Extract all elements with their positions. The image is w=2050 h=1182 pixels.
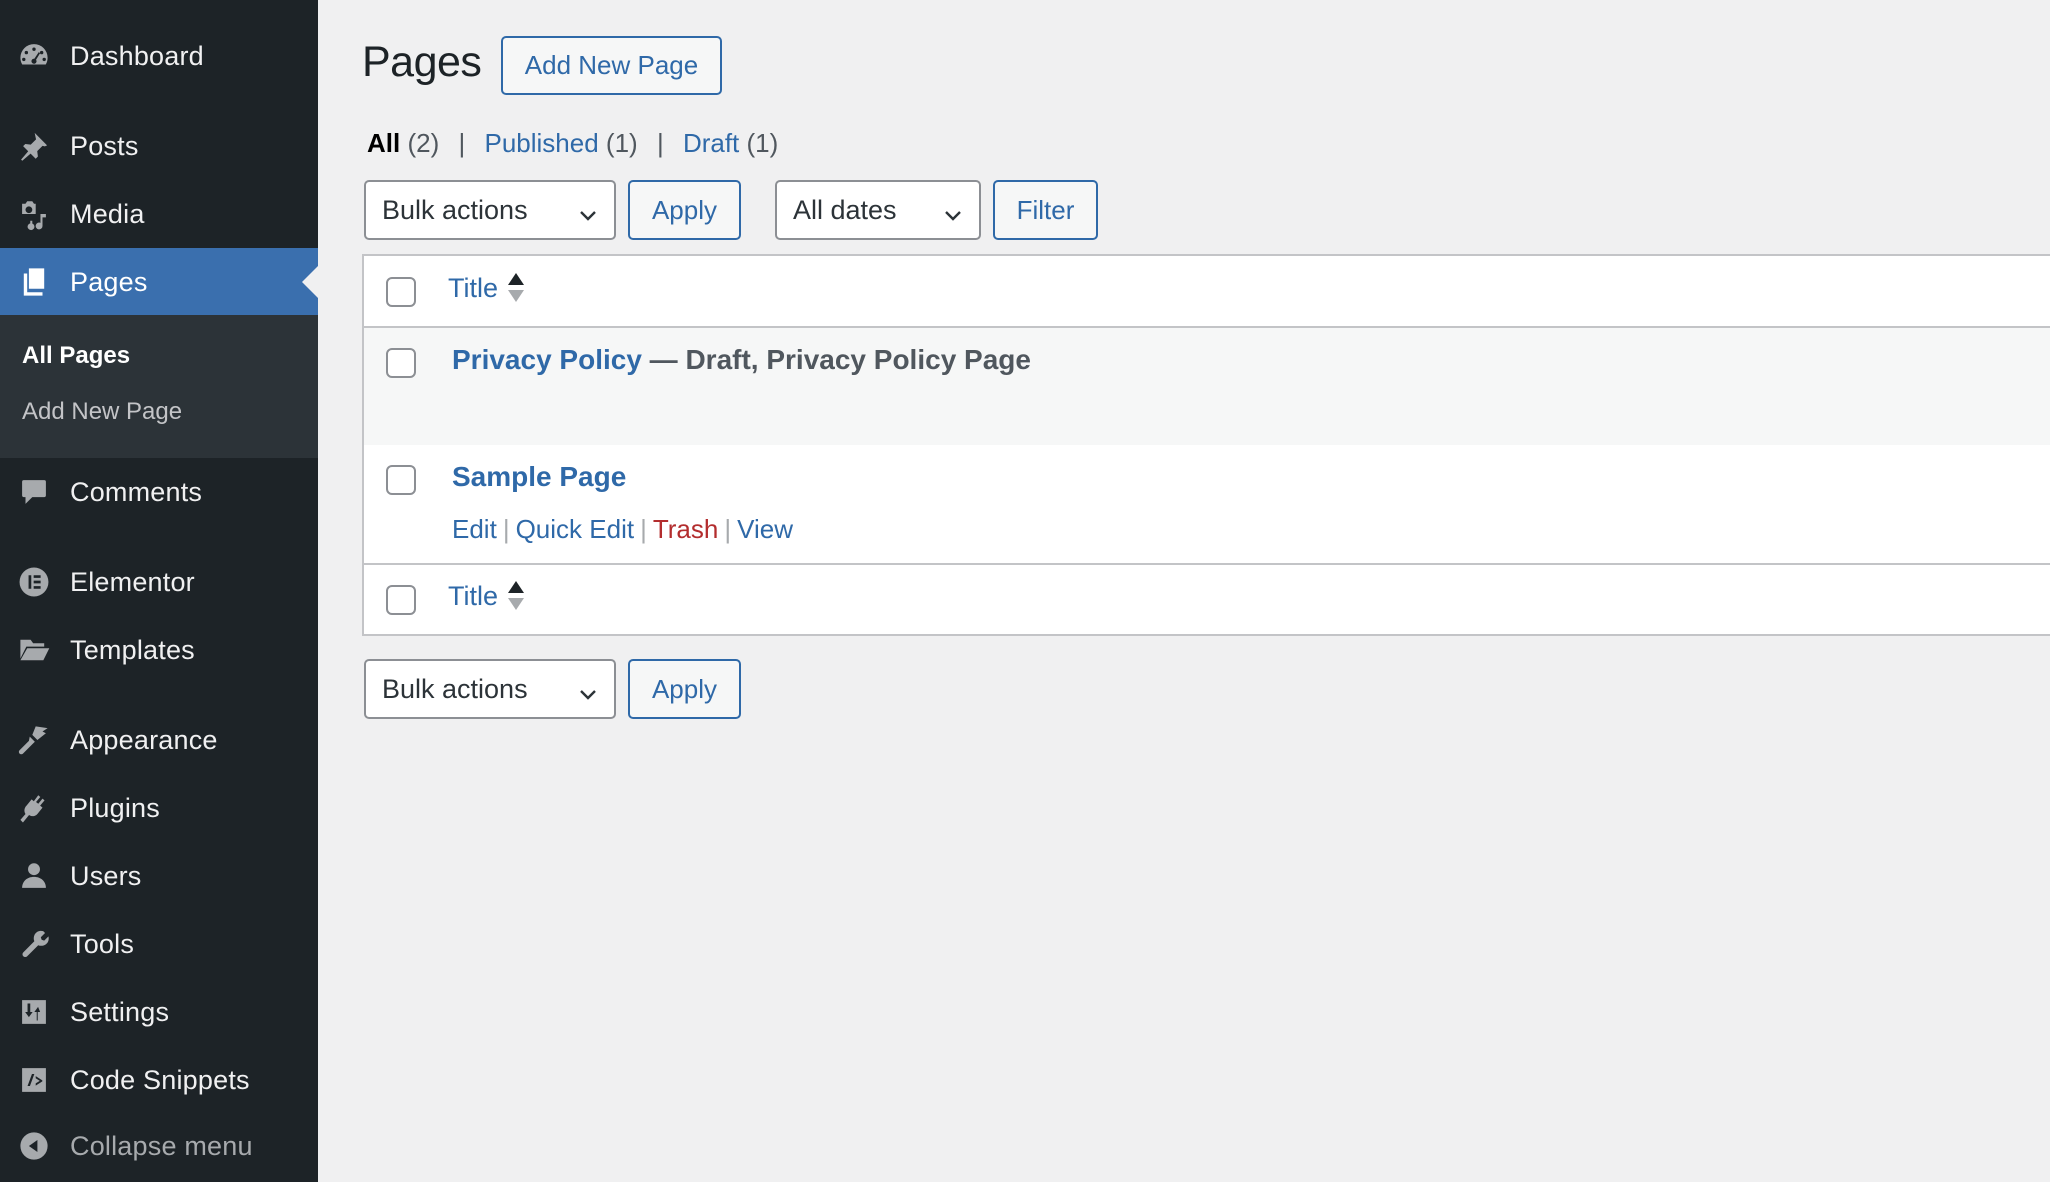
date-filter-value: All dates xyxy=(793,194,897,225)
sidebar-item-label: Templates xyxy=(70,634,195,665)
title-column-header[interactable]: Title xyxy=(448,272,525,304)
row-actions: Edit | Quick Edit | Trash | View xyxy=(452,514,793,545)
filter-all[interactable]: All xyxy=(367,128,400,158)
pages-table: Title Privacy Policy — Draft, Privacy Po… xyxy=(362,254,2050,636)
folder-icon xyxy=(16,632,52,668)
separator: | xyxy=(724,514,732,544)
sidebar-item-users[interactable]: Users xyxy=(0,842,318,910)
plug-icon xyxy=(16,790,52,826)
separator: | xyxy=(502,514,510,544)
code-icon xyxy=(16,1062,52,1098)
filter-published[interactable]: Published xyxy=(484,128,598,158)
sidebar-item-label: Comments xyxy=(70,476,203,507)
sidebar-item-plugins[interactable]: Plugins xyxy=(0,774,318,842)
settings-sliders-icon xyxy=(16,994,52,1030)
collapse-menu-label: Collapse menu xyxy=(70,1130,253,1161)
separator: | xyxy=(656,128,664,158)
sidebar-item-media[interactable]: Media xyxy=(0,180,318,248)
sidebar-item-posts[interactable]: Posts xyxy=(0,112,318,180)
media-icon xyxy=(16,196,52,232)
sidebar-item-label: Appearance xyxy=(70,724,218,755)
sort-icon xyxy=(508,272,525,304)
chevron-down-icon xyxy=(943,201,963,221)
row-checkbox[interactable] xyxy=(386,348,416,378)
sidebar-item-tools[interactable]: Tools xyxy=(0,910,318,978)
bulk-actions-select-bottom[interactable]: Bulk actions xyxy=(364,659,616,719)
sidebar-item-templates[interactable]: Templates xyxy=(0,616,318,684)
sidebar-item-label: Settings xyxy=(70,996,170,1027)
paintbrush-icon xyxy=(16,722,52,758)
filter-button[interactable]: Filter xyxy=(993,180,1098,240)
add-new-page-button[interactable]: Add New Page xyxy=(501,36,722,95)
sidebar-item-label: Plugins xyxy=(70,792,160,823)
filter-published-count: (1) xyxy=(605,128,638,158)
view-filters: All (2) | Published (1) | Draft (1) xyxy=(367,128,778,159)
bulk-actions-select-top[interactable]: Bulk actions xyxy=(364,180,616,240)
sort-icon xyxy=(508,580,525,612)
sidebar-item-label: Code Snippets xyxy=(70,1064,250,1095)
sidebar-item-label: Posts xyxy=(70,130,139,161)
dashboard-icon xyxy=(16,38,52,74)
pages-submenu: All Pages Add New Page xyxy=(0,315,318,458)
pages-icon xyxy=(16,264,52,300)
bulk-actions-value: Bulk actions xyxy=(382,673,528,704)
comment-icon xyxy=(16,474,52,510)
separator: | xyxy=(458,128,466,158)
view-link[interactable]: View xyxy=(737,514,793,544)
sidebar-item-label: Pages xyxy=(70,266,148,297)
table-row: Sample Page Edit | Quick Edit | Trash | View xyxy=(364,445,2050,563)
collapse-menu-button[interactable]: Collapse menu xyxy=(0,1112,318,1180)
table-footer: Title xyxy=(364,563,2050,634)
collapse-arrow-icon xyxy=(16,1128,52,1164)
row-title: Sample Page xyxy=(452,461,626,493)
filter-draft[interactable]: Draft xyxy=(683,128,739,158)
sidebar-item-label: Users xyxy=(70,860,142,891)
title-column-footer[interactable]: Title xyxy=(448,580,525,612)
select-all-checkbox[interactable] xyxy=(386,277,416,307)
row-title-link[interactable]: Privacy Policy xyxy=(452,344,642,375)
edit-link[interactable]: Edit xyxy=(452,514,497,544)
wrench-icon xyxy=(16,926,52,962)
quick-edit-link[interactable]: Quick Edit xyxy=(516,514,635,544)
sidebar-item-appearance[interactable]: Appearance xyxy=(0,706,318,774)
elementor-icon xyxy=(16,564,52,600)
submenu-all-pages[interactable]: All Pages xyxy=(22,342,130,370)
row-title: Privacy Policy — Draft, Privacy Policy P… xyxy=(452,344,1031,376)
sidebar-item-comments[interactable]: Comments xyxy=(0,458,318,526)
date-filter-select[interactable]: All dates xyxy=(775,180,981,240)
sidebar-item-dashboard[interactable]: Dashboard xyxy=(0,22,318,90)
filter-all-count: (2) xyxy=(407,128,440,158)
apply-button-bottom[interactable]: Apply xyxy=(628,659,741,719)
sidebar-item-elementor[interactable]: Elementor xyxy=(0,548,318,616)
sidebar-item-code-snippets[interactable]: Code Snippets xyxy=(0,1046,318,1114)
filter-draft-count: (1) xyxy=(746,128,779,158)
submenu-add-new-page[interactable]: Add New Page xyxy=(22,398,182,426)
sidebar-item-label: Dashboard xyxy=(70,40,204,71)
row-title-link[interactable]: Sample Page xyxy=(452,461,626,492)
user-icon xyxy=(16,858,52,894)
page-title: Pages xyxy=(362,38,482,86)
separator: | xyxy=(640,514,647,544)
sidebar-item-label: Media xyxy=(70,198,145,229)
pushpin-icon xyxy=(16,128,52,164)
table-row: Privacy Policy — Draft, Privacy Policy P… xyxy=(364,328,2050,445)
trash-link[interactable]: Trash xyxy=(653,514,719,544)
title-column-label: Title xyxy=(448,580,499,611)
sidebar-item-label: Tools xyxy=(70,928,135,959)
row-checkbox[interactable] xyxy=(386,465,416,495)
post-state: — Draft, Privacy Policy Page xyxy=(641,344,1031,375)
chevron-down-icon xyxy=(578,201,598,221)
sidebar-item-settings[interactable]: Settings xyxy=(0,978,318,1046)
table-header: Title xyxy=(364,256,2050,328)
admin-sidebar: Dashboard Posts Media Pages All Pages Ad… xyxy=(0,0,318,1182)
sidebar-item-pages[interactable]: Pages xyxy=(0,248,318,316)
bulk-actions-value: Bulk actions xyxy=(382,194,528,225)
select-all-checkbox-footer[interactable] xyxy=(386,585,416,615)
chevron-down-icon xyxy=(578,680,598,700)
title-column-label: Title xyxy=(448,272,499,303)
sidebar-item-label: Elementor xyxy=(70,566,195,597)
apply-button-top[interactable]: Apply xyxy=(628,180,741,240)
